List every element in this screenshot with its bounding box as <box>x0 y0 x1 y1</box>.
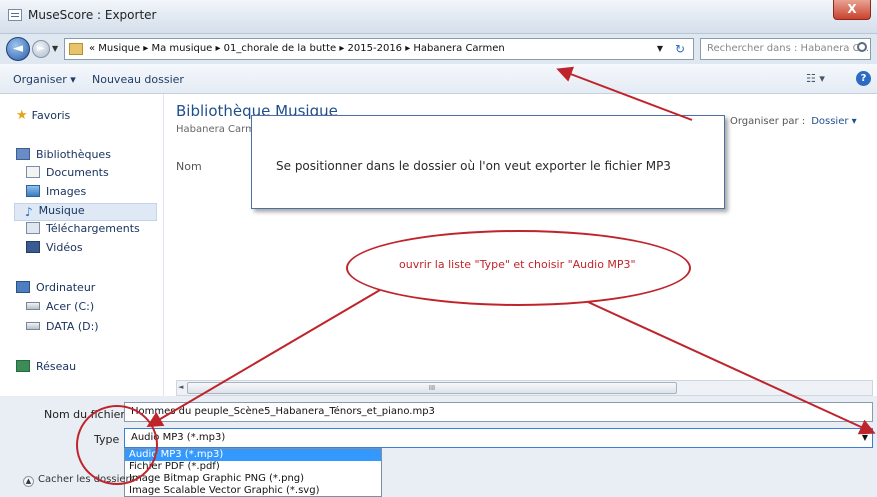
nav-label: DATA (D:) <box>46 320 99 333</box>
type-option-mp3[interactable]: Audio MP3 (*.mp3) <box>125 449 381 461</box>
scrollbar-thumb[interactable]: III <box>187 382 677 394</box>
nav-item-documents[interactable]: Documents <box>26 166 109 184</box>
type-select[interactable]: Audio MP3 (*.mp3) ▼ <box>124 428 873 448</box>
back-button[interactable]: ◄ <box>6 37 30 61</box>
arrange-by: Organiser par : Dossier ▾ <box>730 116 857 127</box>
drive-icon <box>26 322 40 330</box>
callout-text: Se positionner dans le dossier où l'on v… <box>276 159 671 173</box>
nav-label: Documents <box>46 166 109 179</box>
type-dropdown-list: Audio MP3 (*.mp3) Fichier PDF (*.pdf) Im… <box>124 448 382 497</box>
navigation-pane: ★ Favoris Bibliothèques Documents Images … <box>0 94 164 396</box>
nav-item-videos[interactable]: Vidéos <box>26 241 83 259</box>
nav-label: Ordinateur <box>36 281 96 294</box>
nav-label: Vidéos <box>46 241 83 254</box>
horizontal-scrollbar[interactable]: ◄ III <box>176 380 873 396</box>
breadcrumb[interactable]: « Musique ▸ Ma musique ▸ 01_chorale de l… <box>89 43 505 54</box>
video-icon <box>26 241 40 253</box>
new-folder-button[interactable]: Nouveau dossier <box>92 73 184 86</box>
nav-item-network[interactable]: Réseau <box>16 360 76 378</box>
library-subtitle: Habanera Carm <box>176 124 255 135</box>
library-icon <box>16 148 30 160</box>
column-header-name[interactable]: Nom <box>176 160 202 173</box>
nav-item-images[interactable]: Images <box>26 185 86 203</box>
address-row: ◄ ► ▼ « Musique ▸ Ma musique ▸ 01_choral… <box>0 34 877 64</box>
document-icon <box>26 166 40 178</box>
image-icon <box>26 185 40 197</box>
window-title: MuseScore : Exporter <box>28 8 157 22</box>
refresh-icon[interactable]: ↻ <box>675 42 685 56</box>
nav-label: Musique <box>38 204 85 217</box>
file-name-input[interactable]: Hommes du peuple_Scène5_Habanera_Ténors_… <box>124 402 873 422</box>
chevron-up-icon: ▲ <box>23 476 34 487</box>
recent-pages-dropdown[interactable]: ▼ <box>52 44 58 53</box>
nav-item-music[interactable]: ♪ Musique <box>14 203 157 221</box>
nav-label: Images <box>46 185 87 198</box>
search-placeholder: Rechercher dans : Habanera C... <box>707 43 870 54</box>
close-button[interactable]: X <box>833 0 871 20</box>
type-highlight-circle <box>76 405 158 485</box>
nav-label: Bibliothèques <box>36 148 111 161</box>
nav-label: Téléchargements <box>46 222 140 235</box>
folder-icon <box>69 43 83 55</box>
address-history-dropdown[interactable]: ▼ <box>657 44 663 53</box>
nav-label: Favoris <box>31 109 71 122</box>
chevron-down-icon[interactable]: ▼ <box>862 433 868 442</box>
app-window-icon <box>8 9 22 21</box>
command-toolbar: Organiser ▾ Nouveau dossier ☷ ▾ ? <box>0 64 877 94</box>
nav-label: Réseau <box>36 360 77 373</box>
help-icon[interactable]: ? <box>856 71 871 86</box>
download-icon <box>26 222 40 234</box>
nav-item-downloads[interactable]: Téléchargements <box>26 222 140 240</box>
organize-button[interactable]: Organiser ▾ <box>13 73 76 86</box>
nav-label: Acer (C:) <box>46 300 95 313</box>
arrange-dropdown[interactable]: Dossier ▾ <box>811 116 856 127</box>
type-option-svg[interactable]: Image Scalable Vector Graphic (*.svg) <box>125 485 381 497</box>
star-icon: ★ <box>16 108 28 123</box>
network-icon <box>16 360 30 372</box>
instruction-callout: Se positionner dans le dossier où l'on v… <box>251 115 725 209</box>
search-icon[interactable] <box>857 42 867 52</box>
address-bar[interactable]: « Musique ▸ Ma musique ▸ 01_chorale de l… <box>64 38 694 60</box>
nav-item-libraries[interactable]: Bibliothèques <box>16 148 111 166</box>
scroll-left-icon[interactable]: ◄ <box>178 383 183 391</box>
nav-item-drive-c[interactable]: Acer (C:) <box>26 300 94 318</box>
music-note-icon: ♪ <box>25 205 33 219</box>
ellipse-text: ouvrir la liste "Type" et choisir "Audio… <box>399 258 636 271</box>
type-option-pdf[interactable]: Fichier PDF (*.pdf) <box>125 461 381 473</box>
type-option-png[interactable]: Image Bitmap Graphic PNG (*.png) <box>125 473 381 485</box>
search-input[interactable]: Rechercher dans : Habanera C... <box>700 38 871 60</box>
nav-item-computer[interactable]: Ordinateur <box>16 281 95 299</box>
nav-item-drive-d[interactable]: DATA (D:) <box>26 320 99 338</box>
title-bar: MuseScore : Exporter X <box>0 0 877 34</box>
drive-icon <box>26 302 40 310</box>
view-options-icon[interactable]: ☷ ▾ <box>806 72 825 85</box>
computer-icon <box>16 281 30 293</box>
nav-item-favorites[interactable]: ★ Favoris <box>16 108 70 126</box>
forward-button[interactable]: ► <box>32 40 50 58</box>
arrange-label: Organiser par : <box>730 116 806 127</box>
